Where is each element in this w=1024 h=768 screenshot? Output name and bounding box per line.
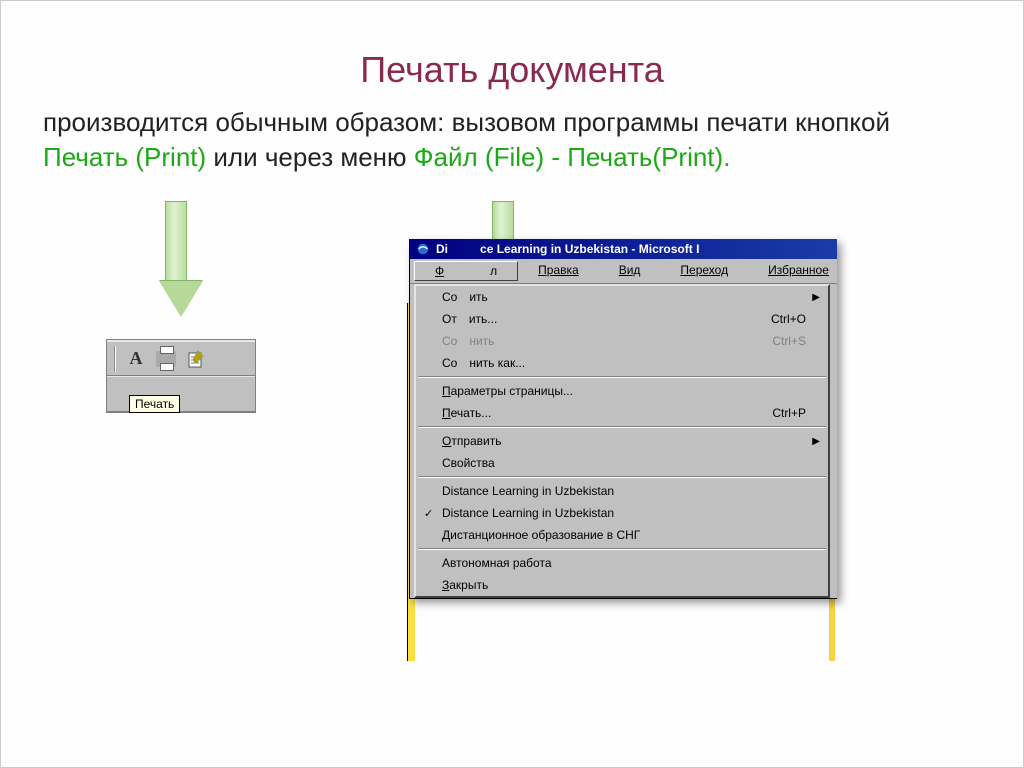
open-shortcut: Ctrl+O [771, 312, 806, 326]
menubar-file[interactable]: Фxл [414, 261, 518, 281]
ie-icon [416, 242, 430, 256]
submenu-arrow-icon: ▶ [812, 292, 820, 303]
menu-open[interactable]: Отxxить... Ctrl+O [416, 308, 828, 330]
print-shortcut: Ctrl+P [772, 406, 806, 420]
save-shortcut: Ctrl+S [772, 334, 806, 348]
printer-icon [156, 351, 176, 367]
title-text-pre: Di [436, 242, 448, 256]
slide-title: Печать документа [1, 1, 1023, 91]
print-button[interactable] [153, 346, 179, 372]
arrow-left [159, 201, 193, 317]
menu-properties[interactable]: Свойства [416, 452, 828, 474]
notepad-icon [186, 349, 206, 369]
file-keyword: Файл (File) - Печать(Print). [414, 142, 731, 172]
print-keyword: Печать (Print) [43, 142, 206, 172]
menu-recent-2[interactable]: ✓ Distance Learning in Uzbekistan [416, 502, 828, 524]
menubar-go[interactable]: Переход [660, 261, 748, 281]
body-mid: или через меню [206, 142, 414, 172]
window-titlebar: Dixxxce Learning in Uzbekistan - Microso… [410, 239, 837, 259]
slide-body: производится обычным образом: вызовом пр… [1, 91, 1023, 175]
menu-recent-3[interactable]: Дистанционное образование в СНГ [416, 524, 828, 546]
menu-separator [418, 476, 826, 478]
menu-separator [418, 548, 826, 550]
menubar-view[interactable]: Вид [599, 261, 661, 281]
menu-offline[interactable]: Автономная работа [416, 552, 828, 574]
menu-save-as[interactable]: Сoxxнить как... [416, 352, 828, 374]
menubar[interactable]: Фxл Правка Вид Переход Избранное [410, 259, 837, 284]
file-menu: Соxxить ▶ Отxxить... Ctrl+O Соxxнить Ctr… [414, 284, 830, 598]
menu-separator [418, 376, 826, 378]
menu-separator [418, 426, 826, 428]
edit-button[interactable] [183, 346, 209, 372]
menubar-favorites[interactable]: Избранное [748, 261, 849, 281]
menu-close[interactable]: Закрыть [416, 574, 828, 596]
menu-create[interactable]: Соxxить ▶ [416, 286, 828, 308]
title-text-post: ce Learning in Uzbekistan - Microsoft I [480, 242, 699, 256]
menu-print[interactable]: Печать... Ctrl+P [416, 402, 828, 424]
body-line1: производится обычным образом: вызовом пр… [43, 107, 890, 137]
toolbar-separator [114, 346, 116, 372]
menu-send[interactable]: Отправить ▶ [416, 430, 828, 452]
browser-window: Dixxxce Learning in Uzbekistan - Microso… [409, 239, 837, 599]
menu-page-setup[interactable]: ППараметры страницы...араметры страницы.… [416, 380, 828, 402]
submenu-arrow-icon: ▶ [812, 436, 820, 447]
menubar-edit[interactable]: Правка [518, 261, 599, 281]
check-icon: ✓ [424, 507, 433, 520]
menu-recent-1[interactable]: Distance Learning in Uzbekistan [416, 480, 828, 502]
print-tooltip: Печать [129, 395, 180, 413]
font-button[interactable]: A [123, 346, 149, 372]
menu-save: Соxxнить Ctrl+S [416, 330, 828, 352]
